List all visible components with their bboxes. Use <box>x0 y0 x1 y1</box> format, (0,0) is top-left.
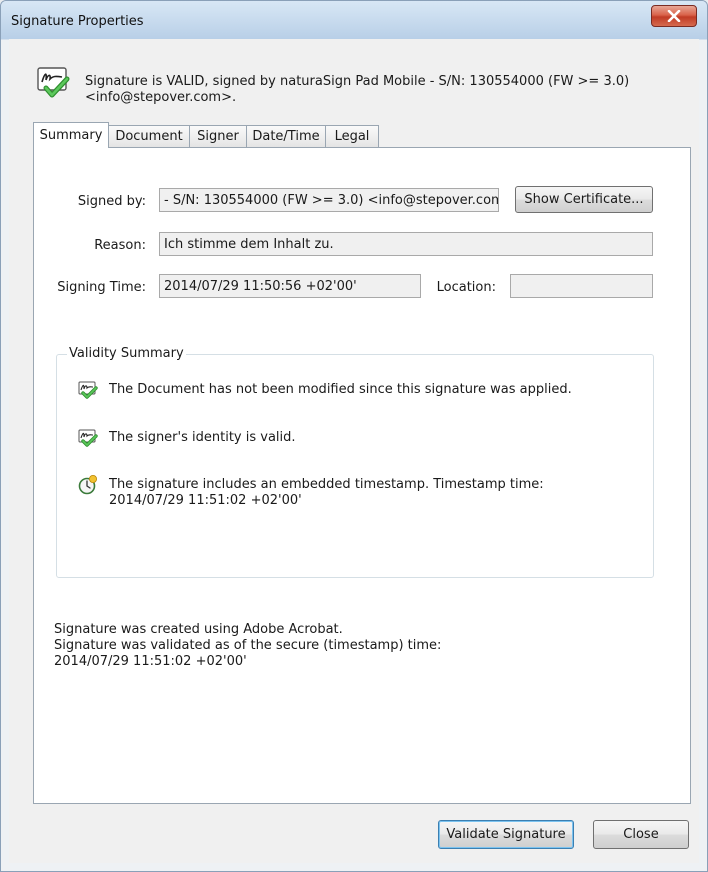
valid-signature-icon <box>78 429 98 447</box>
signed-by-label: Signed by: <box>77 194 146 209</box>
signature-status-text: Signature is VALID, signed by naturaSign… <box>85 74 645 106</box>
close-icon <box>667 10 681 22</box>
validated-as-of-text: Signature was validated as of the secure… <box>54 638 442 653</box>
signature-status-email: <info@stepover.com>. <box>85 90 237 105</box>
tab-document[interactable]: Document <box>108 125 190 147</box>
reason-label: Reason: <box>94 238 146 253</box>
validated-time-text: 2014/07/29 11:51:02 +02'00' <box>54 654 247 669</box>
validity-summary-group: Validity Summary The Document has not be… <box>56 346 654 578</box>
signing-time-label: Signing Time: <box>57 280 146 295</box>
tab-summary[interactable]: Summary <box>33 122 109 148</box>
timestamp-clock-icon <box>78 475 97 495</box>
tab-legal[interactable]: Legal <box>325 125 379 147</box>
close-button[interactable]: Close <box>593 820 689 849</box>
location-label: Location: <box>436 280 496 295</box>
window-title: Signature Properties <box>11 14 144 29</box>
reason-field[interactable]: Ich stimme dem Inhalt zu. <box>159 232 653 256</box>
validity-summary-legend: Validity Summary <box>67 346 186 361</box>
validity-row-text: The signature includes an embedded times… <box>109 477 544 492</box>
validate-signature-button[interactable]: Validate Signature <box>438 820 574 849</box>
tab-signer[interactable]: Signer <box>189 125 247 147</box>
validity-row-document-unmodified: The Document has not been modified since… <box>109 382 572 398</box>
show-certificate-button[interactable]: Show Certificate... <box>515 186 653 213</box>
window-close-button[interactable] <box>651 5 697 27</box>
created-with-text: Signature was created using Adobe Acroba… <box>54 622 343 637</box>
signature-status-line: Signature is VALID, signed by naturaSign… <box>85 74 630 89</box>
signing-time-field[interactable]: 2014/07/29 11:50:56 +02'00' <box>159 274 421 298</box>
valid-signature-icon <box>78 381 98 399</box>
validity-row-text: The Document has not been modified since… <box>109 382 572 397</box>
dialog-client-area: Signature is VALID, signed by naturaSign… <box>9 39 699 863</box>
validation-info: Signature was created using Adobe Acroba… <box>54 622 441 670</box>
summary-panel: Signed by: - S/N: 130554000 (FW >= 3.0) … <box>33 147 691 804</box>
valid-signature-icon <box>37 67 70 98</box>
title-bar[interactable]: Signature Properties <box>1 1 707 39</box>
validity-row-identity-valid: The signer's identity is valid. <box>109 430 296 446</box>
location-field[interactable] <box>510 274 653 298</box>
signature-properties-dialog: Signature Properties Signature is VALID,… <box>0 0 708 872</box>
validity-row-timestamp: The signature includes an embedded times… <box>109 477 544 509</box>
validity-row-text: The signer's identity is valid. <box>109 430 296 445</box>
tab-date-time[interactable]: Date/Time <box>246 125 326 147</box>
signed-by-field[interactable]: - S/N: 130554000 (FW >= 3.0) <info@stepo… <box>159 188 499 212</box>
validity-row-timestamp-value: 2014/07/29 11:51:02 +02'00' <box>109 493 302 508</box>
